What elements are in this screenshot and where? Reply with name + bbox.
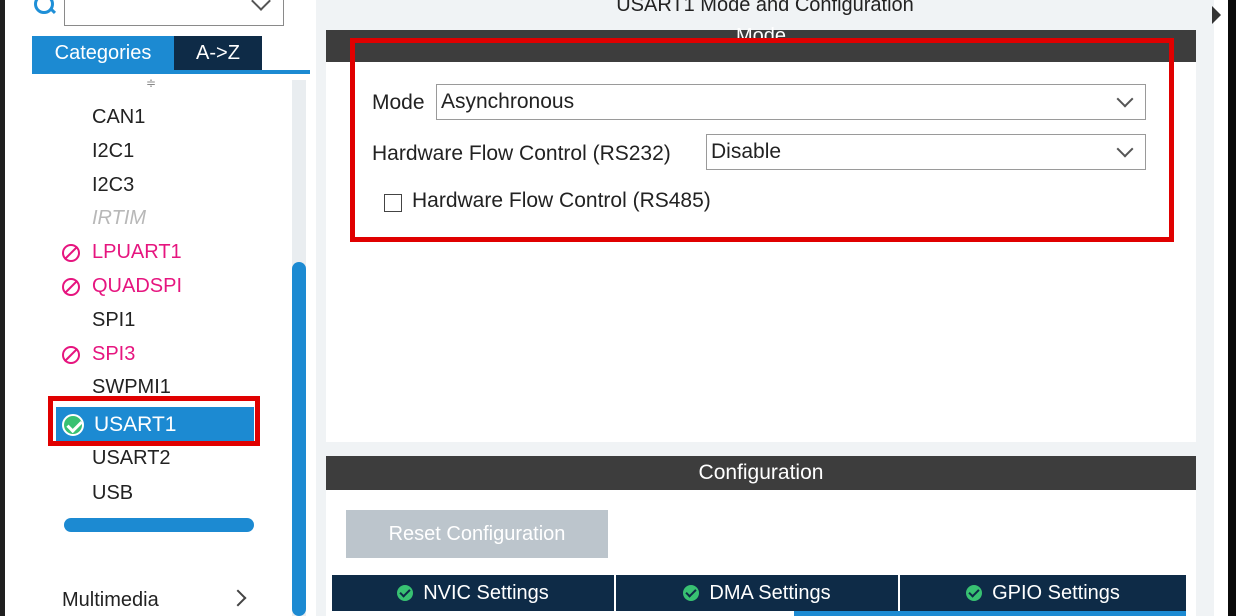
check-circle-icon xyxy=(966,585,983,601)
tab-underline xyxy=(794,611,1186,616)
list-item-usart2[interactable]: USART2 xyxy=(92,447,171,471)
list-item-usb[interactable]: USB xyxy=(92,478,133,508)
tab-underline xyxy=(32,70,310,74)
list-item-label: LPUART1 xyxy=(92,241,182,263)
highlight-box-mode xyxy=(350,38,1174,242)
list-item-label: SWPMI1 xyxy=(92,376,171,398)
list-item-lpuart1[interactable]: LPUART1 xyxy=(62,237,182,267)
list-item-spi1[interactable]: SPI1 xyxy=(92,305,135,335)
search-icon[interactable] xyxy=(34,0,54,14)
tab-categories[interactable]: Categories xyxy=(32,36,174,70)
category-multimedia[interactable]: Multimedia xyxy=(62,589,159,612)
tab-dma-settings[interactable]: DMA Settings xyxy=(616,575,898,611)
list-item-irtim[interactable]: IRTIM xyxy=(92,203,146,233)
window-frame-left xyxy=(0,0,5,616)
tab-a-to-z[interactable]: A->Z xyxy=(174,36,262,70)
list-item-can1[interactable]: CAN1 xyxy=(92,102,145,132)
tab-label: GPIO Settings xyxy=(992,582,1120,604)
panel-title: USART1 Mode and Configuration xyxy=(616,0,914,16)
list-item-swpmi1[interactable]: SWPMI1 xyxy=(92,372,171,398)
collapse-handle-icon[interactable]: ≑ xyxy=(146,76,160,90)
search-input[interactable] xyxy=(64,0,284,26)
check-circle-icon xyxy=(397,585,414,601)
configuration-section-header: Configuration xyxy=(326,456,1196,490)
list-item-i2c3[interactable]: I2C3 xyxy=(92,170,134,200)
no-entry-icon xyxy=(62,346,80,364)
check-circle-icon xyxy=(683,585,700,601)
horizontal-scrollbar-thumb[interactable] xyxy=(64,518,254,532)
list-item-label: QUADSPI xyxy=(92,275,183,297)
list-item-quadspi[interactable]: QUADSPI xyxy=(62,271,183,301)
vertical-scrollbar-thumb[interactable] xyxy=(292,262,306,616)
no-entry-icon xyxy=(62,278,80,296)
highlight-box-usart1 xyxy=(48,396,260,446)
list-item-label: SPI3 xyxy=(92,343,136,365)
expand-arrow-icon[interactable] xyxy=(1212,6,1221,24)
list-item-spi3[interactable]: SPI3 xyxy=(62,339,136,369)
chevron-right-icon[interactable] xyxy=(229,589,247,607)
tab-gpio-settings[interactable]: GPIO Settings xyxy=(900,575,1186,611)
no-entry-icon xyxy=(62,244,80,262)
window-frame-right-border xyxy=(1228,0,1236,616)
tab-label: NVIC Settings xyxy=(423,582,549,604)
tab-nvic-settings[interactable]: NVIC Settings xyxy=(332,575,614,611)
tab-label: DMA Settings xyxy=(709,582,831,604)
list-item-i2c1[interactable]: I2C1 xyxy=(92,136,134,166)
reset-configuration-button[interactable]: Reset Configuration xyxy=(346,510,608,558)
